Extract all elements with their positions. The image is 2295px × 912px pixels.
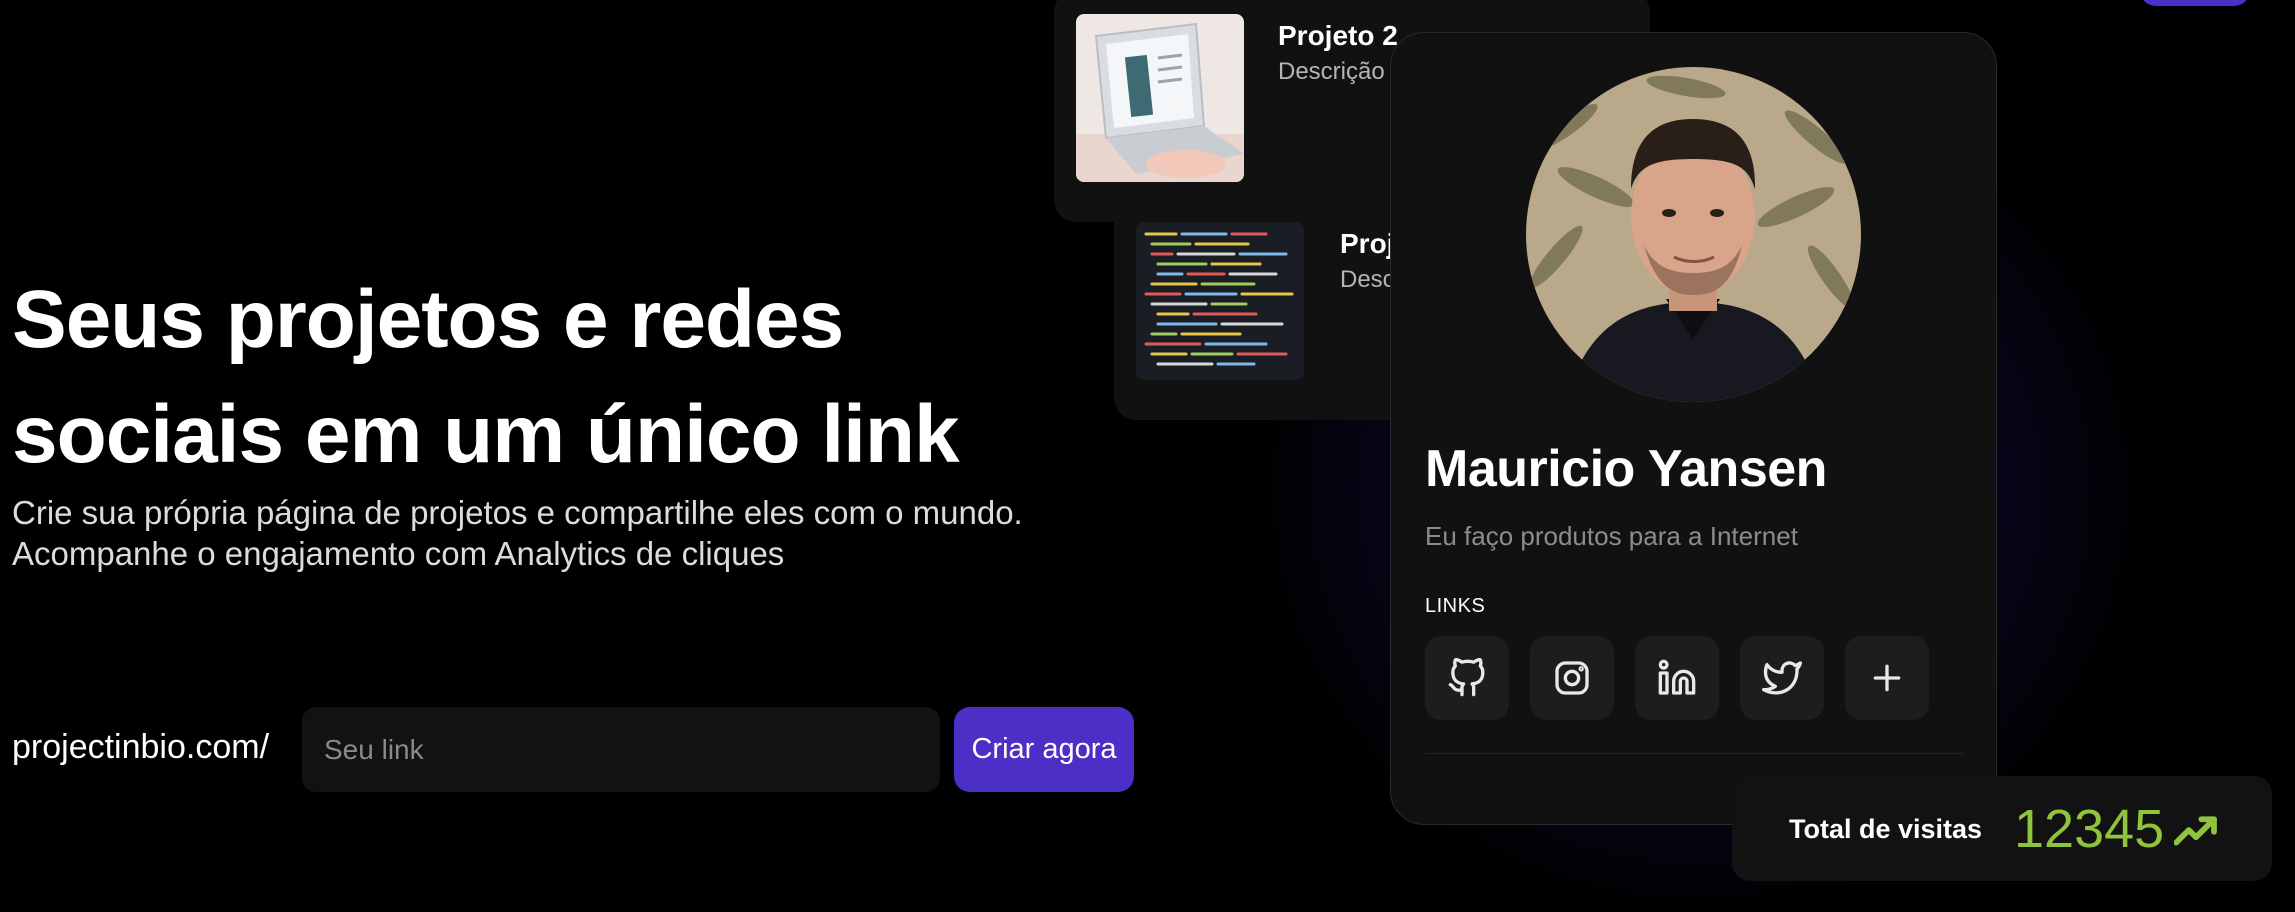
- add-link-button[interactable]: [1845, 636, 1929, 720]
- instagram-link-button[interactable]: [1530, 636, 1614, 720]
- plus-icon: [1873, 664, 1901, 692]
- hero-subtitle-line-1: Crie sua própria página de projetos e co…: [12, 494, 1023, 531]
- project-thumbnail-laptop: [1076, 14, 1244, 182]
- project-thumbnail-code: [1136, 222, 1304, 380]
- links-label: LINKS: [1425, 595, 1486, 617]
- project-title: Proj: [1340, 228, 1395, 259]
- total-visits-label: Total de visitas: [1789, 814, 1983, 844]
- project-title: Projeto 2: [1278, 20, 1398, 51]
- github-link-button[interactable]: [1425, 636, 1509, 720]
- divider: [1425, 753, 1964, 754]
- profile-bio: Eu faço produtos para a Internet: [1425, 521, 1798, 551]
- twitter-link-button[interactable]: [1740, 636, 1824, 720]
- instagram-icon: [1555, 661, 1589, 695]
- profile-name: Mauricio Yansen: [1425, 440, 1827, 498]
- linkedin-icon: [1658, 659, 1696, 695]
- project-description: Descrição: [1278, 58, 1385, 85]
- create-now-button[interactable]: Criar agora: [954, 707, 1134, 792]
- twitter-icon: [1762, 661, 1802, 695]
- total-visits-widget: Total de visitas 12345: [1732, 776, 2272, 881]
- url-prefix: projectinbio.com/: [12, 728, 270, 766]
- total-visits-value: 12345: [2014, 799, 2165, 859]
- hero-title: Seus projetos e redes sociais em um únic…: [12, 274, 960, 480]
- project-description: Desc: [1340, 266, 1395, 293]
- social-links: [1425, 636, 1929, 720]
- linkedin-link-button[interactable]: [1635, 636, 1719, 720]
- trending-up-icon: [2173, 812, 2218, 848]
- avatar: [1526, 67, 1861, 402]
- profile-card: Mauricio Yansen Eu faço produtos para a …: [1390, 32, 1997, 825]
- hero-subtitle-line-2: Acompanhe o engajamento com Analytics de…: [12, 535, 785, 572]
- link-input[interactable]: [302, 707, 940, 792]
- header-button-partial[interactable]: [2140, 0, 2250, 6]
- github-icon: [1448, 658, 1485, 697]
- hero-subtitle: Crie sua própria página de projetos e co…: [12, 492, 1112, 574]
